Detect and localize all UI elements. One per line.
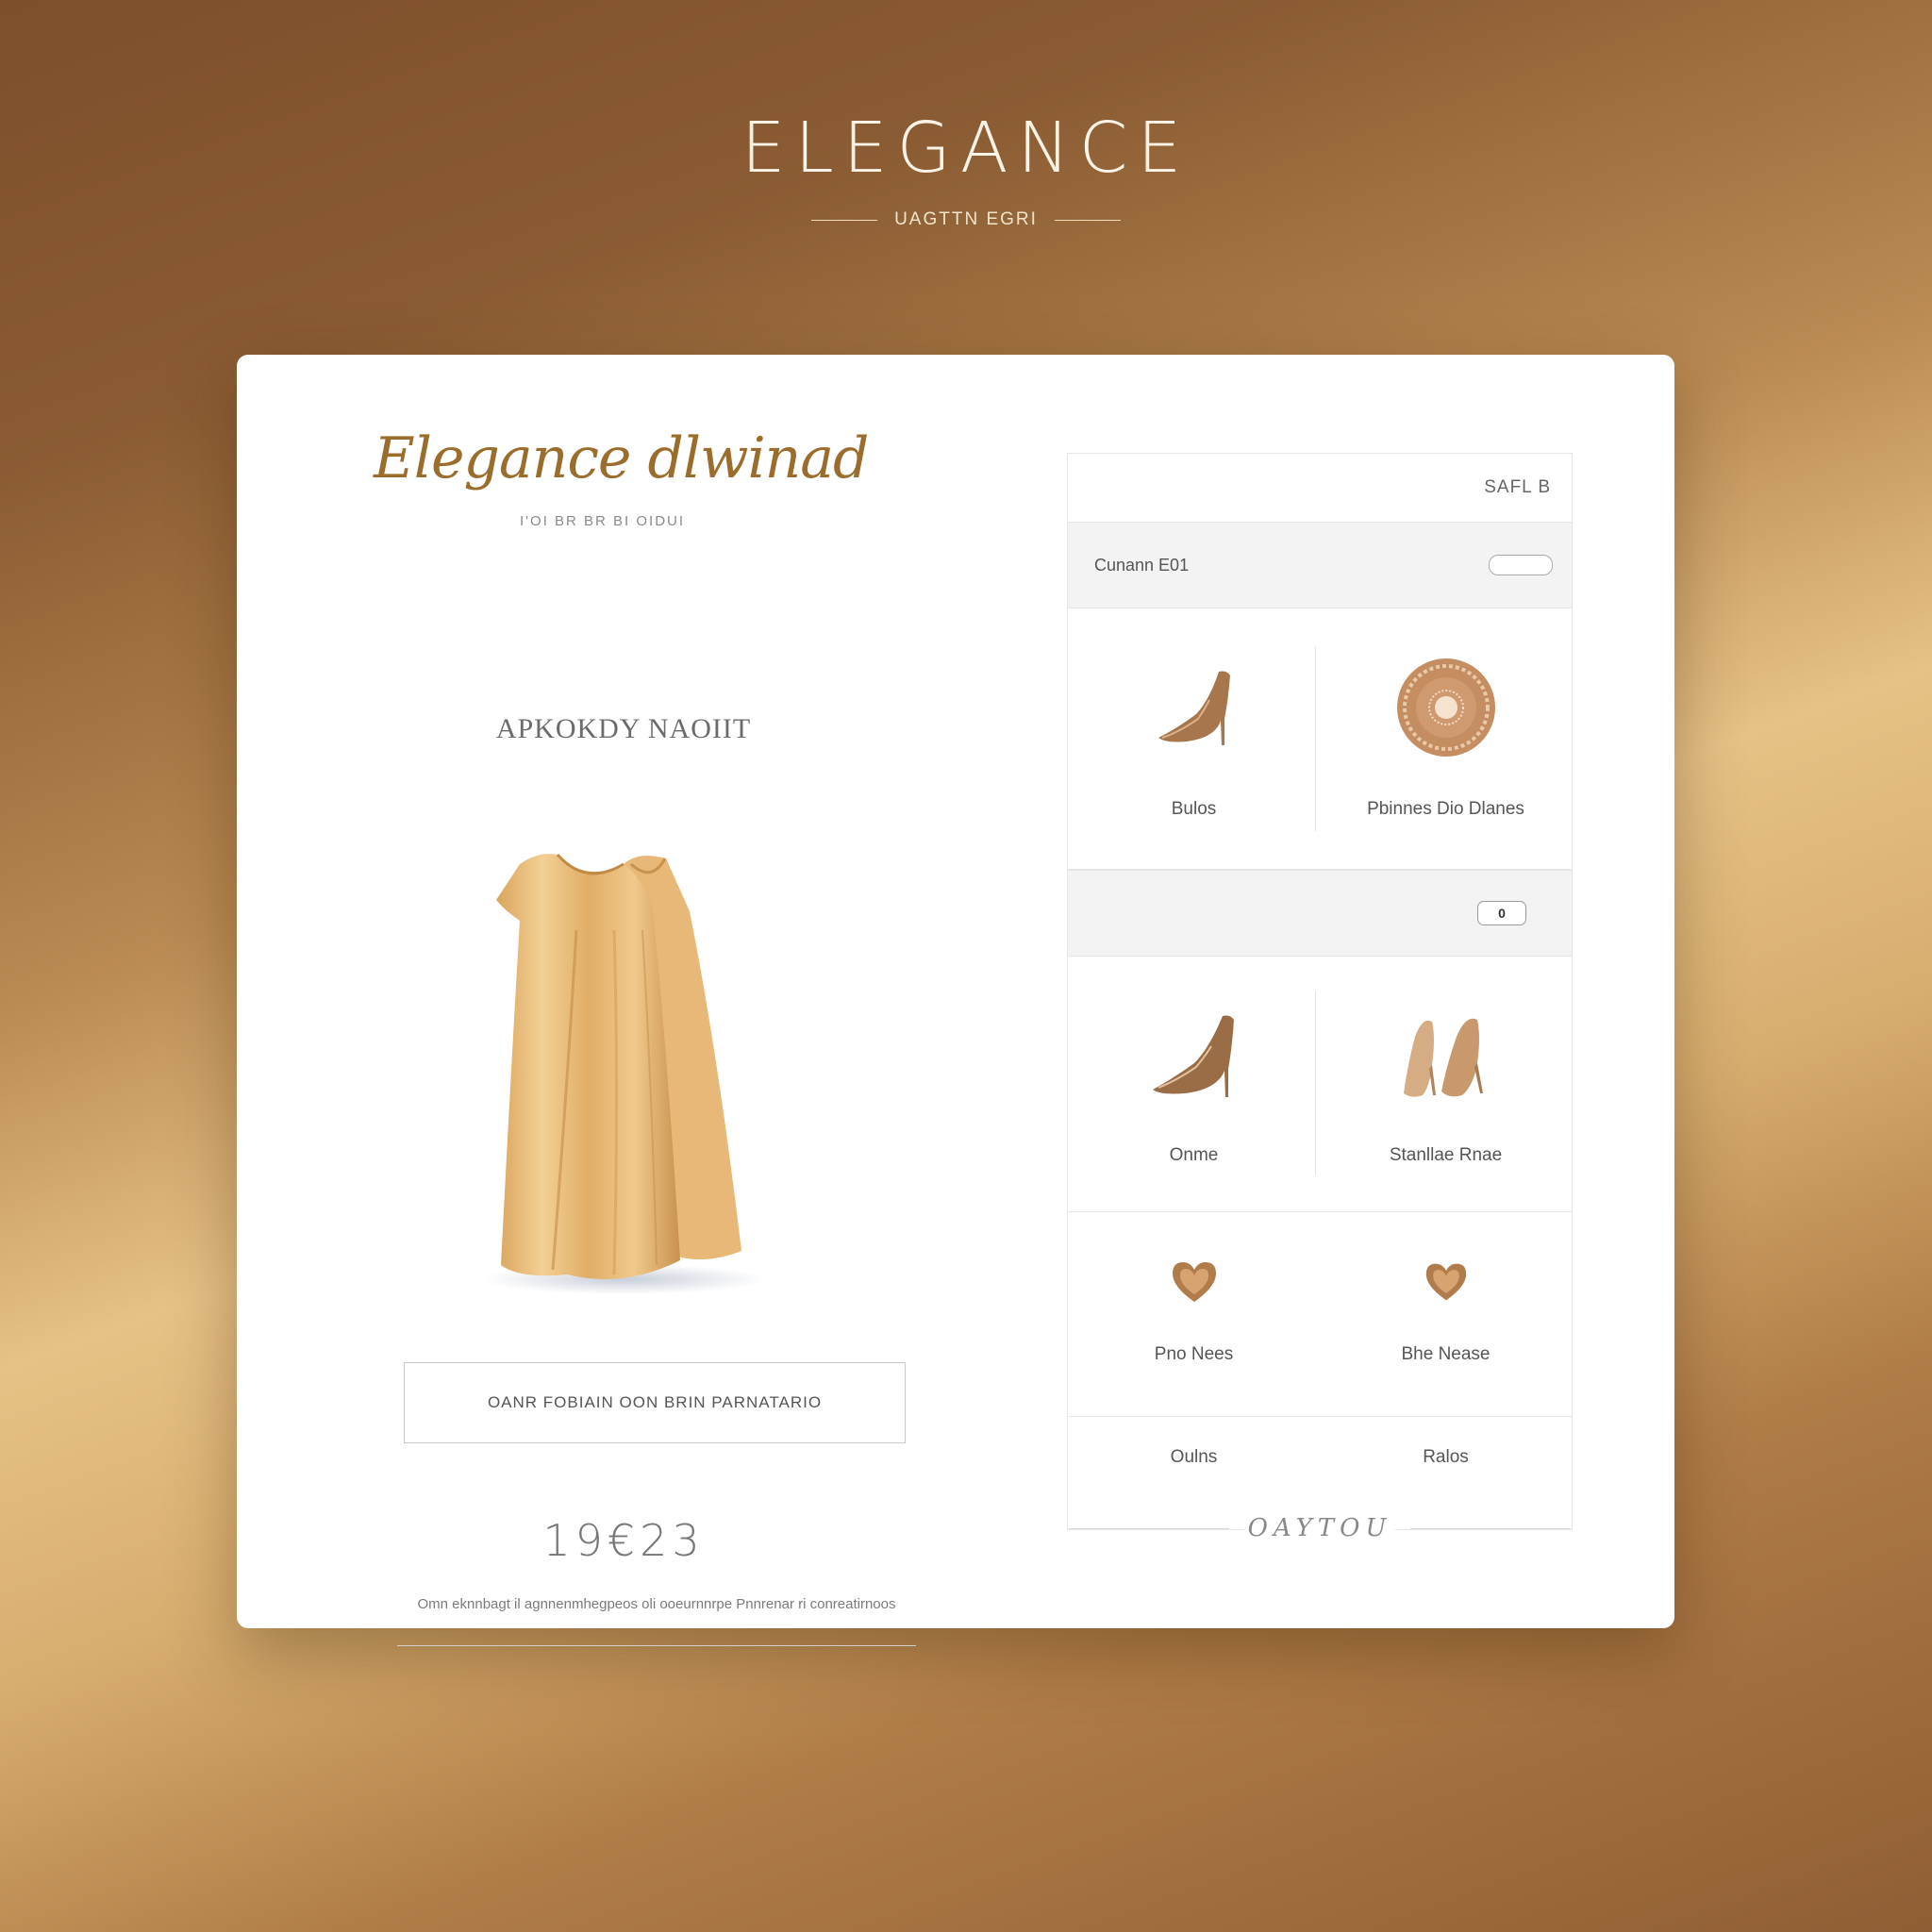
tagline-rule-left: [811, 219, 878, 221]
add-to-bag-button[interactable]: OANR FOBIAIN OON BRIN PARNATARIO: [404, 1362, 906, 1443]
filter-badge[interactable]: 0: [1477, 901, 1526, 925]
option-label: Onme: [1169, 1145, 1219, 1165]
panel-link[interactable]: Ralos: [1320, 1417, 1572, 1498]
options-bar: Cunann E01: [1068, 523, 1572, 608]
product-image[interactable]: [463, 845, 803, 1298]
options-links-row: Oulns Ralos: [1068, 1417, 1572, 1498]
footer-rule-left: [1068, 1527, 1229, 1529]
option-label: Bulos: [1171, 799, 1217, 819]
product-price: 19€23: [542, 1515, 705, 1566]
panel-link-label: Ralos: [1423, 1447, 1469, 1467]
panel-link[interactable]: Oulns: [1068, 1417, 1320, 1498]
heart-icon: [1172, 1262, 1216, 1302]
panel-header[interactable]: SAFL B: [1068, 454, 1572, 523]
tagline-rule-right: [1054, 219, 1121, 221]
cell-divider: [1315, 646, 1316, 831]
option-item[interactable]: Bulos: [1068, 608, 1320, 869]
round-plate-icon: [1396, 658, 1495, 757]
panel-link-label: Oulns: [1170, 1447, 1218, 1467]
brand-title: ELEGANCE: [741, 108, 1191, 189]
product-name: APKOKDY NAOIIT: [495, 713, 752, 744]
options-row-3: Pno Nees Bhe Nease: [1068, 1212, 1572, 1417]
option-item[interactable]: Stanllae Rnae: [1320, 957, 1572, 1211]
dress-illustration: [482, 854, 765, 1294]
high-heel-icon: [1158, 671, 1230, 745]
description-divider: [397, 1645, 916, 1646]
script-subtitle: I'OI BR BR BI OIDUI: [520, 513, 686, 529]
product-detail: Elegance dlwinad I'OI BR BR BI OIDUI APK…: [369, 425, 916, 1646]
panel-footer-label: OAYTOU: [1243, 1514, 1396, 1542]
option-item[interactable]: Onme: [1068, 957, 1320, 1211]
options-row-1: Bulos Pbinnes Dio Dlanes: [1068, 608, 1572, 870]
footer-rule-right: [1410, 1527, 1572, 1529]
option-label: Bhe Nease: [1401, 1344, 1491, 1364]
option-item[interactable]: Pbinnes Dio Dlanes: [1320, 608, 1572, 869]
option-label: Pno Nees: [1154, 1344, 1234, 1364]
option-label: Pbinnes Dio Dlanes: [1367, 799, 1524, 819]
product-card: Elegance dlwinad I'OI BR BR BI OIDUI APK…: [237, 355, 1674, 1646]
option-item[interactable]: Pno Nees: [1068, 1212, 1320, 1416]
options-bar-label: Cunann E01: [1094, 555, 1190, 575]
high-heel-icon: [1152, 1015, 1234, 1097]
options-row-2: Onme Stanllae Rnae: [1068, 957, 1572, 1212]
panel-footer: OAYTOU: [1068, 1514, 1572, 1542]
heart-icon: [1425, 1263, 1466, 1301]
options-toggle[interactable]: [1489, 555, 1553, 575]
filter-bar: 0: [1068, 870, 1572, 957]
heels-pair-icon: [1403, 1018, 1483, 1097]
product-description: Omn eknnbagt il agnnenmhegpeos oli ooeur…: [417, 1596, 896, 1612]
option-label: Stanllae Rnae: [1389, 1145, 1503, 1165]
brand-header: ELEGANCE UAGTTN EGRI: [0, 113, 1932, 230]
brand-tagline: UAGTTN EGRI: [894, 209, 1038, 229]
brand-tagline-row: UAGTTN EGRI: [0, 209, 1932, 230]
option-item[interactable]: Bhe Nease: [1320, 1212, 1572, 1416]
cell-divider: [1315, 991, 1316, 1175]
options-panel: SAFL B Cunann E01 Bulos Pbinnes Dio Dlan…: [1067, 453, 1573, 1542]
script-title: Elegance dlwinad: [374, 425, 869, 491]
